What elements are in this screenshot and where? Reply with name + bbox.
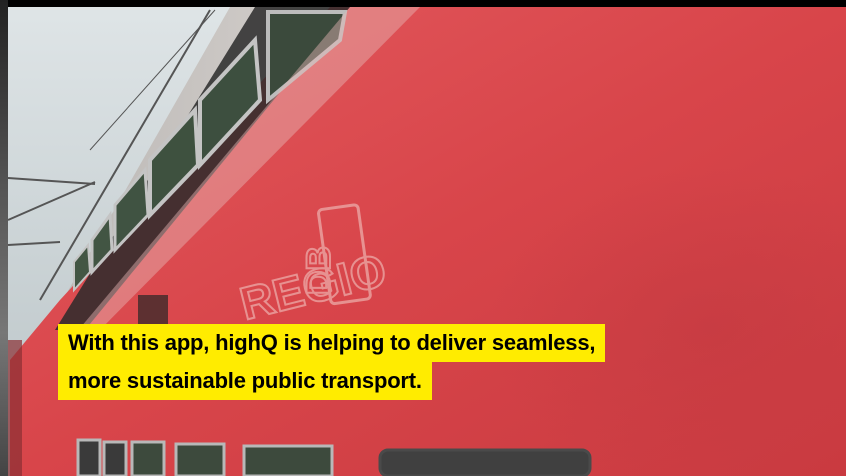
train-photo: REGIO DB bbox=[0, 0, 846, 476]
middle-window bbox=[138, 295, 168, 325]
caption-line-1: With this app, highQ is helping to deliv… bbox=[58, 324, 606, 362]
caption-line-2: more sustainable public transport. bbox=[58, 362, 432, 400]
image-frame: REGIO DB With this app, highQ is helping… bbox=[0, 0, 846, 476]
top-border bbox=[0, 0, 846, 7]
left-border bbox=[0, 0, 8, 476]
db-text: DB bbox=[300, 246, 338, 295]
